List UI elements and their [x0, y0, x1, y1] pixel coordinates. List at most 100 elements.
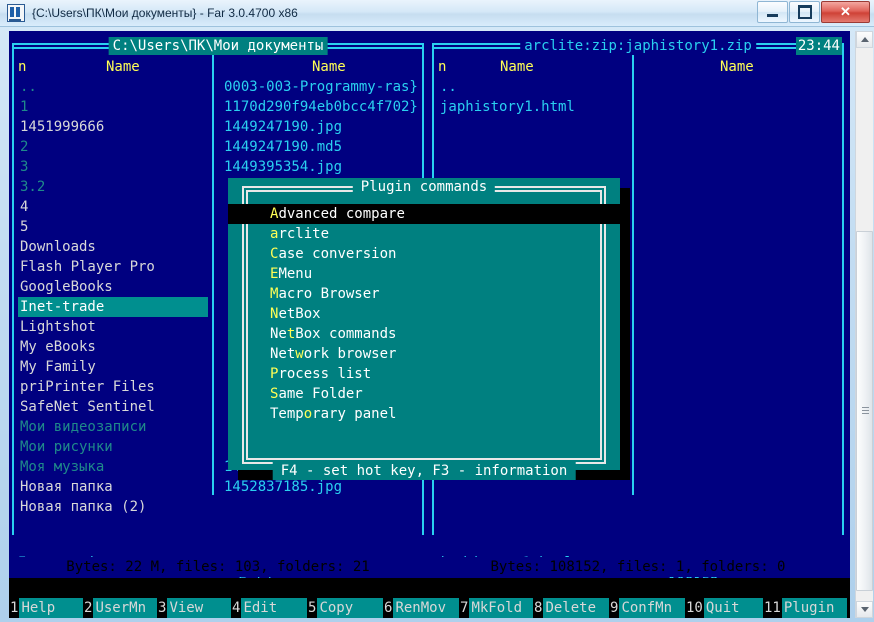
file-list-item[interactable]: Новая папка: [18, 477, 208, 497]
file-list-item[interactable]: 0003-003-Programmy-ras}: [222, 77, 418, 97]
function-key-7[interactable]: 7 MkFold: [459, 598, 533, 618]
file-list-item[interactable]: My Family: [18, 357, 208, 377]
function-key-2[interactable]: 2 UserMn: [83, 598, 157, 618]
minimize-button[interactable]: [757, 1, 788, 23]
file-list-item[interactable]: 1: [18, 97, 208, 117]
plugin-command-item[interactable]: Case conversion: [250, 244, 598, 264]
function-key-label: Quit: [703, 598, 763, 618]
file-list-item[interactable]: SafeNet Sentinel: [18, 397, 208, 417]
function-key-number: 3: [157, 598, 168, 618]
file-list-item[interactable]: Мои рисунки: [18, 437, 208, 457]
file-list-item[interactable]: Новая папка (2): [18, 497, 208, 517]
file-list-item[interactable]: 1449247190.md5: [222, 137, 418, 157]
left-panel-column-headers: n Name Name: [18, 57, 418, 77]
minimize-icon: [767, 14, 778, 17]
close-icon: ✕: [840, 4, 851, 19]
function-key-number: 10: [685, 598, 704, 618]
file-list-item[interactable]: 2: [18, 137, 208, 157]
plugin-command-item[interactable]: Temporary panel: [250, 404, 598, 424]
left-panel-file-column-1[interactable]: .. 1 1451999666 2 3 3.2 4 5 Downloads Flash Playe…: [18, 77, 208, 517]
chevron-down-icon: [860, 607, 869, 612]
function-key-label: Delete: [543, 598, 609, 618]
hotkey-letter: A: [270, 206, 279, 222]
file-list-item[interactable]: 1449247190.jpg: [222, 117, 418, 137]
function-key-8[interactable]: 8 Delete: [533, 598, 609, 618]
file-list-item[interactable]: ..: [438, 77, 628, 97]
close-button[interactable]: ✕: [821, 1, 870, 23]
plugin-command-item[interactable]: Process list: [250, 364, 598, 384]
file-list-item[interactable]: 1452837185.jpg: [222, 477, 418, 497]
function-key-label: ConfMn: [619, 598, 685, 618]
plugin-commands-list[interactable]: Advanced compare arclite Case conversion EM…: [228, 204, 620, 424]
scroll-up-button[interactable]: [856, 31, 873, 48]
function-key-number: 6: [383, 598, 394, 618]
file-list-item[interactable]: Lightshot: [18, 317, 208, 337]
file-list-item[interactable]: Flash Player Pro: [18, 257, 208, 277]
file-list-item[interactable]: Моя музыка: [18, 457, 208, 477]
file-list-item[interactable]: GoogleBooks: [18, 277, 208, 297]
file-list-item[interactable]: 3: [18, 157, 208, 177]
function-key-label: Copy: [317, 598, 383, 618]
plugin-command-item[interactable]: NetBox: [250, 304, 598, 324]
hotkey-letter: E: [270, 266, 279, 282]
function-key-10[interactable]: 10 Quit: [685, 598, 763, 618]
hotkey-letter: w: [295, 346, 304, 362]
function-key-label: MkFold: [469, 598, 533, 618]
file-list-item[interactable]: Мои видеозаписи: [18, 417, 208, 437]
right-panel-summary-wrap: Bytes: 108152, files: 1, folders: 0: [432, 557, 844, 577]
plugin-command-item[interactable]: Network browser: [250, 344, 598, 364]
file-list-item[interactable]: 1451999666: [18, 117, 208, 137]
plugin-command-item[interactable]: Same Folder: [250, 384, 598, 404]
function-key-5[interactable]: 5 Copy: [307, 598, 383, 618]
file-list-item[interactable]: Downloads: [18, 237, 208, 257]
function-key-number: 1: [9, 598, 20, 618]
file-list-item[interactable]: Inet-trade: [18, 297, 208, 317]
plugin-commands-dialog[interactable]: Plugin commands Advanced compare arclite C…: [228, 178, 620, 480]
file-list-item[interactable]: ..: [18, 77, 208, 97]
maximize-button[interactable]: [789, 1, 820, 23]
function-key-bar[interactable]: 1 Help 2 UserMn 3 View 4 Edit 5 Copy 6 RenMov 7 MkFol…: [9, 598, 850, 618]
left-panel-file-column-2[interactable]: 0003-003-Programmy-ras} 1170d290f94eb0bcc…: [222, 77, 418, 177]
left-col-header-n: n: [18, 59, 27, 75]
dialog-title: Plugin commands: [352, 178, 496, 196]
right-panel-status: japhistory1.html 108152 26.07.04 16:06: [436, 533, 840, 609]
file-list-item[interactable]: priPrinter Files: [18, 377, 208, 397]
hotkey-letter: o: [303, 406, 313, 422]
plugin-command-item[interactable]: NetBox commands: [250, 324, 598, 344]
file-list-item[interactable]: 1449395354.jpg: [222, 157, 418, 177]
right-panel-file-column-1[interactable]: .. japhistory1.html: [438, 77, 628, 117]
hotkey-letter: M: [270, 286, 279, 302]
function-key-label: RenMov: [393, 598, 459, 618]
right-col-header-name2: Name: [720, 59, 754, 75]
right-panel-column-separator: [632, 55, 634, 495]
plugin-command-item[interactable]: EMenu: [250, 264, 598, 284]
function-key-6[interactable]: 6 RenMov: [383, 598, 459, 618]
right-panel-summary: Bytes: 108152, files: 1, folders: 0: [484, 559, 792, 575]
left-col-header-name1: Name: [106, 59, 140, 75]
file-list-item[interactable]: 5: [18, 217, 208, 237]
function-key-9[interactable]: 9 ConfMn: [609, 598, 685, 618]
file-list-item[interactable]: 4: [18, 197, 208, 217]
file-list-item[interactable]: My eBooks: [18, 337, 208, 357]
right-col-header-n: n: [438, 59, 447, 75]
hotkey-letter: C: [270, 246, 279, 262]
plugin-command-item[interactable]: Advanced compare: [228, 204, 620, 224]
file-list-item[interactable]: japhistory1.html: [438, 97, 628, 117]
file-list-item[interactable]: 3.2: [18, 177, 208, 197]
far-manager-icon: [7, 4, 25, 22]
window-scrollbar[interactable]: [855, 31, 873, 618]
plugin-command-item[interactable]: arclite: [250, 224, 598, 244]
scrollbar-thumb[interactable]: [856, 231, 873, 591]
left-col-header-name2: Name: [312, 59, 346, 75]
command-line[interactable]: C:\Users\ПК\Мои документы>: [9, 578, 850, 616]
scroll-down-button[interactable]: [856, 601, 873, 618]
file-list-item[interactable]: 1170d290f94eb0bcc4f702}: [222, 97, 418, 117]
function-key-label: Help: [19, 598, 83, 618]
function-key-4[interactable]: 4 Edit: [231, 598, 307, 618]
left-panel-summary: Bytes: 22 M, files: 103, folders: 21: [60, 559, 376, 575]
function-key-11[interactable]: 11 Plugin: [763, 598, 847, 618]
function-key-1[interactable]: 1 Help: [9, 598, 83, 618]
plugin-command-item[interactable]: Macro Browser: [250, 284, 598, 304]
function-key-label: Plugin: [781, 598, 847, 618]
function-key-3[interactable]: 3 View: [157, 598, 231, 618]
